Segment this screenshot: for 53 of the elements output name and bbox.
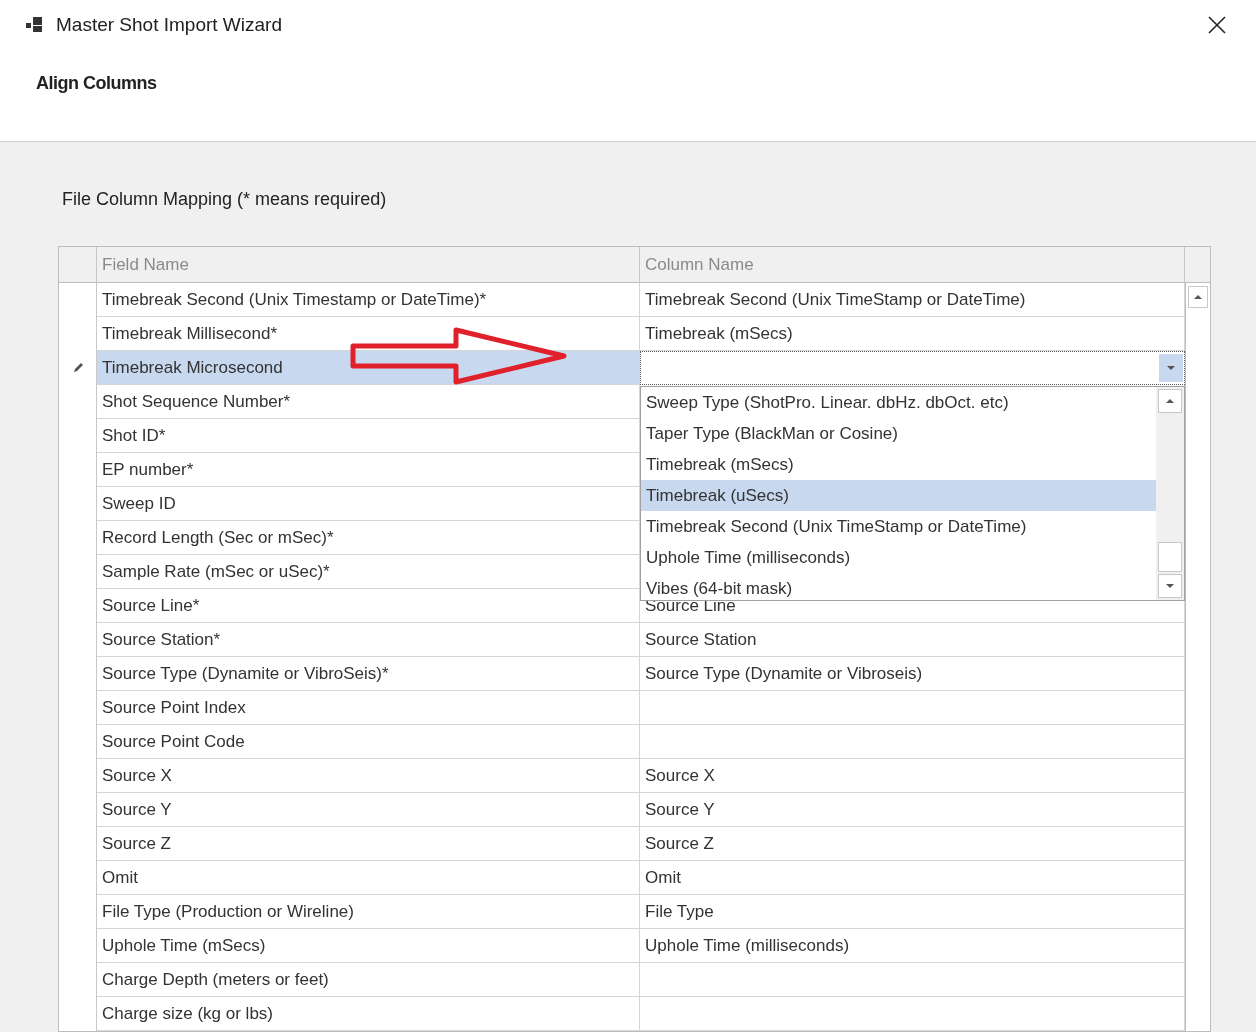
table-cell[interactable]: Source Type (Dynamite or Vibroseis) — [640, 657, 1185, 691]
table-cell[interactable]: File Type (Production or Wireline) — [97, 895, 640, 929]
caret-icon — [1167, 366, 1175, 370]
scroll-thumb[interactable] — [1158, 542, 1182, 572]
table-cell[interactable]: Timebreak Millisecond* — [97, 317, 640, 351]
table-cell[interactable]: Timebreak Second (Unix Timestamp or DateTime)* — [97, 283, 640, 317]
table-cell[interactable]: Charge Depth (meters or feet) — [97, 963, 640, 997]
table-cell[interactable]: Charge size (kg or lbs) — [97, 997, 640, 1031]
dropdown-option[interactable]: Uphole Time (milliseconds) — [641, 542, 1156, 573]
dropdown-button[interactable] — [1159, 354, 1183, 382]
table-cell[interactable]: Timebreak Second (Unix TimeStamp or DateTime) — [640, 283, 1185, 317]
table-cell[interactable]: Source Z — [97, 827, 640, 861]
table-cell[interactable]: Record Length (Sec or mSec)* — [97, 521, 640, 555]
dropdown-option[interactable]: Timebreak (mSecs) — [641, 449, 1156, 480]
table-cell[interactable]: Source Station — [640, 623, 1185, 657]
dropdown-option[interactable]: Taper Type (BlackMan or Cosine) — [641, 418, 1156, 449]
table-cell[interactable]: Shot ID* — [97, 419, 640, 453]
section-title: Align Columns — [36, 72, 157, 93]
table-cell[interactable]: Source Y — [97, 793, 640, 827]
scroll-up-button[interactable] — [1158, 389, 1182, 413]
table-cell[interactable]: Source Station* — [97, 623, 640, 657]
table-cell[interactable]: Timebreak Microsecond — [97, 351, 640, 385]
table-cell[interactable]: Source Point Code — [97, 725, 640, 759]
table-cell[interactable]: Source Point Index — [97, 691, 640, 725]
table-cell[interactable]: Sweep ID — [97, 487, 640, 521]
table-cell[interactable]: Uphole Time (milliseconds) — [640, 929, 1185, 963]
table-cell[interactable]: Source Y — [640, 793, 1185, 827]
close-icon[interactable] — [1208, 15, 1226, 34]
caret-icon — [1166, 584, 1174, 588]
table-cell[interactable]: File Type — [640, 895, 1185, 929]
mapping-label: File Column Mapping (* means required) — [62, 189, 387, 209]
table-cell[interactable]: Source Line* — [97, 589, 640, 623]
dropdown-option[interactable]: Sweep Type (ShotPro. Linear. dbHz. dbOct. etc) — [641, 387, 1156, 418]
caret-icon — [1166, 399, 1174, 403]
table-cell[interactable]: Source Z — [640, 827, 1185, 861]
scroll-down-button[interactable] — [1158, 574, 1182, 598]
pencil-icon — [71, 362, 84, 374]
table-cell[interactable]: Source Type (Dynamite or VibroSeis)* — [97, 657, 640, 691]
dropdown-option[interactable]: Timebreak (uSecs) — [641, 480, 1156, 511]
scroll-up-button[interactable] — [1188, 286, 1208, 308]
table-cell[interactable]: Omit — [97, 861, 640, 895]
caret-icon — [1194, 295, 1202, 299]
table-cell[interactable]: Source X — [640, 759, 1185, 793]
dropdown-option[interactable]: Timebreak Second (Unix TimeStamp or DateTime) — [641, 511, 1156, 542]
table-cell[interactable]: Sample Rate (mSec or uSec)* — [97, 555, 640, 589]
table-cell[interactable]: EP number* — [97, 453, 640, 487]
table-cell[interactable]: Source X — [97, 759, 640, 793]
table-cell[interactable]: Omit — [640, 861, 1185, 895]
table-cell[interactable]: Uphole Time (mSecs) — [97, 929, 640, 963]
window-title: Master Shot Import Wizard — [56, 12, 282, 37]
dropdown-scrollbar[interactable] — [1156, 387, 1184, 600]
table-cell[interactable]: Shot Sequence Number* — [97, 385, 640, 419]
column-combo-box[interactable] — [640, 351, 1185, 385]
